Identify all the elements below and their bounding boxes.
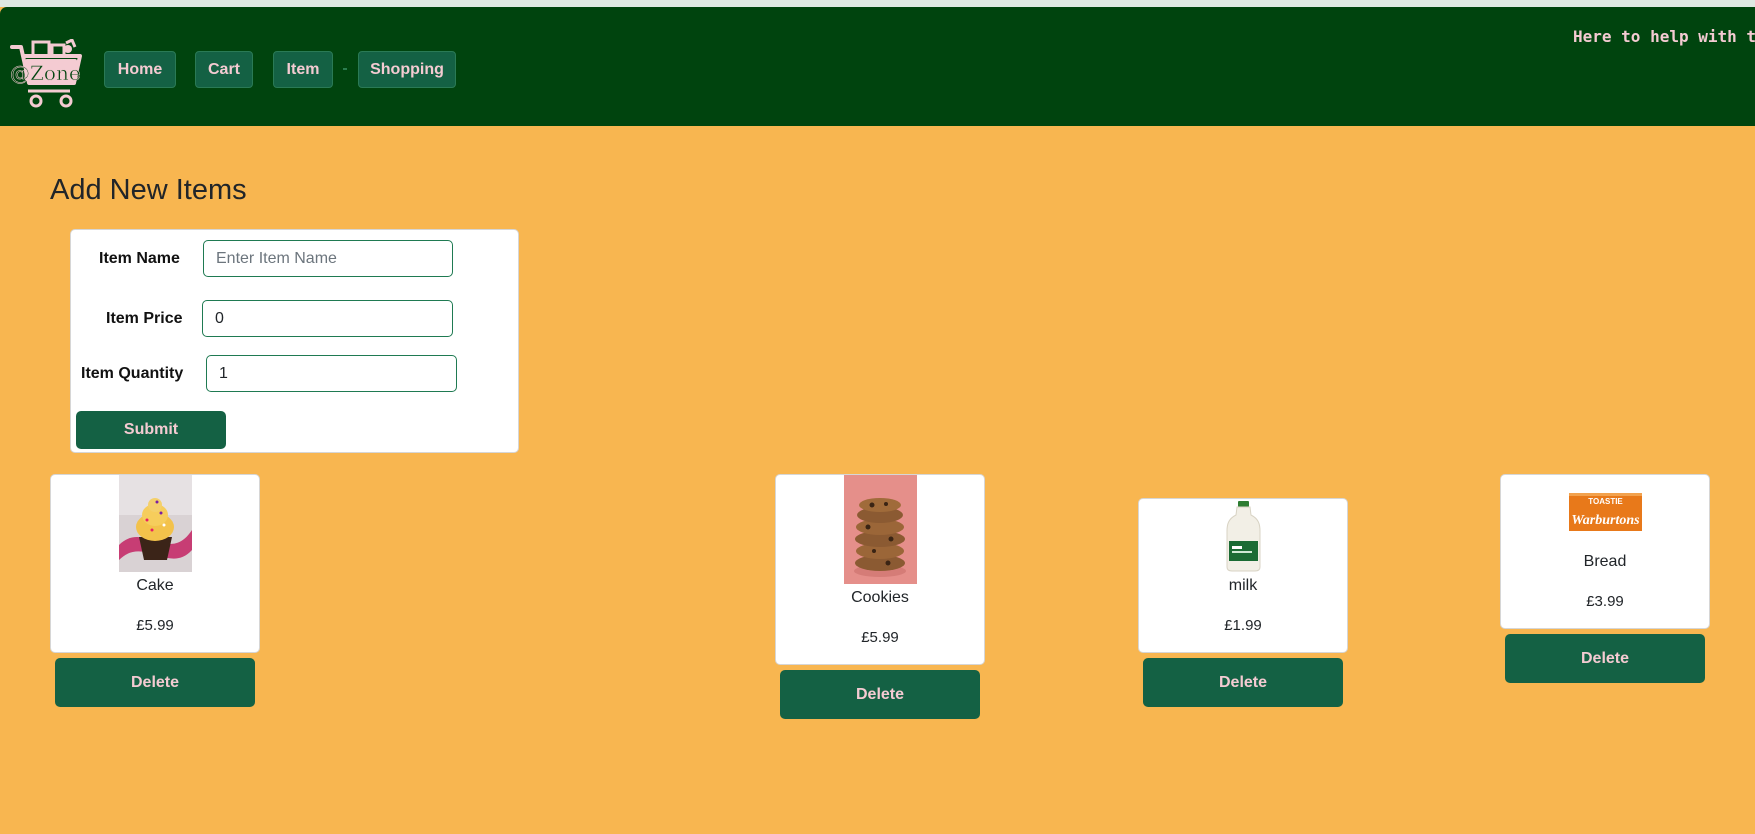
add-item-form: Item Name Item Price Item Quantity Submi… <box>70 229 519 453</box>
page-title: Add New Items <box>50 174 247 206</box>
shopping-cart-logo-icon[interactable]: @Zone <box>8 37 88 113</box>
logo-text: @Zone <box>10 61 81 85</box>
item-card-cookies: Cookies £5.99 <box>775 474 985 665</box>
item-name: Cookies <box>851 589 909 606</box>
milk-bottle-image <box>1207 499 1280 572</box>
nav-item-button[interactable]: Item <box>273 51 333 88</box>
item-price: £5.99 <box>861 629 899 646</box>
submit-button[interactable]: Submit <box>76 411 226 449</box>
cupcake-image <box>119 475 192 572</box>
nav-shopping-button[interactable]: Shopping <box>358 51 456 88</box>
item-card-cake: Cake £5.99 <box>50 474 260 653</box>
bread-package-label-top: TOASTIE <box>1588 497 1623 506</box>
item-name: milk <box>1228 577 1258 594</box>
nav-cart-button[interactable]: Cart <box>195 51 253 88</box>
item-price-label: Item Price <box>106 310 183 327</box>
item-name: Cake <box>136 577 174 594</box>
item-price: £5.99 <box>136 617 174 634</box>
delete-button-cookies[interactable]: Delete <box>780 670 980 719</box>
item-name-input[interactable] <box>203 240 453 277</box>
item-quantity-input[interactable] <box>206 355 457 392</box>
item-price-input[interactable] <box>202 300 453 337</box>
navbar: @Zone Home Cart Item Shopping Here to he… <box>0 7 1755 126</box>
nav-home-button[interactable]: Home <box>104 51 176 88</box>
cookies-image <box>844 475 917 584</box>
item-price: £3.99 <box>1586 593 1624 610</box>
item-name-label: Item Name <box>99 250 180 267</box>
delete-button-cake[interactable]: Delete <box>55 658 255 707</box>
bread-package-image: TOASTIE Warburtons <box>1569 493 1642 531</box>
nav-divider <box>343 68 347 70</box>
header-tagline: Here to help with the c <box>1573 27 1755 46</box>
item-card-bread: TOASTIE Warburtons Bread £3.99 <box>1500 474 1710 629</box>
window-top-strip <box>0 0 1755 7</box>
delete-button-bread[interactable]: Delete <box>1505 634 1705 683</box>
item-name: Bread <box>1583 553 1627 570</box>
item-card-milk: milk £1.99 <box>1138 498 1348 653</box>
item-quantity-label: Item Quantity <box>81 365 184 382</box>
delete-button-milk[interactable]: Delete <box>1143 658 1343 707</box>
item-price: £1.99 <box>1224 617 1262 634</box>
bread-package-brand: Warburtons <box>1571 513 1640 528</box>
